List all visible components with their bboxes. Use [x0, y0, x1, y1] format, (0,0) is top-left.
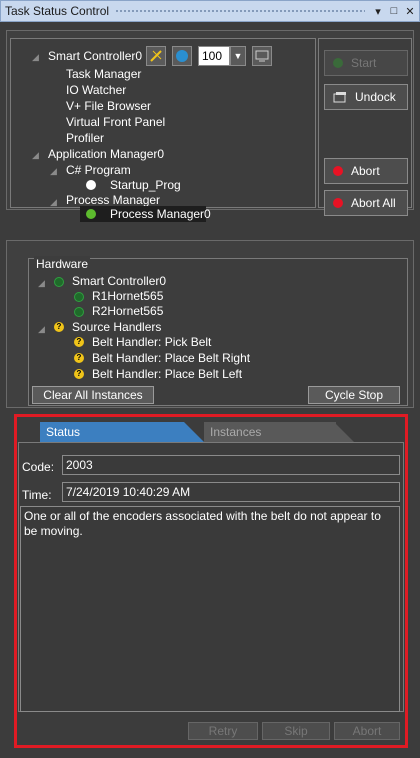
collapse-arrow-icon[interactable]: ◢: [38, 278, 45, 289]
controller-name[interactable]: Smart Controller0: [48, 48, 142, 64]
maximize-icon[interactable]: □: [387, 4, 401, 18]
hw-belt-handler-3[interactable]: Belt Handler: Place Belt Left: [92, 366, 242, 382]
tree-item-front-panel[interactable]: Virtual Front Panel: [66, 114, 165, 130]
abort-bottom-button[interactable]: Abort: [334, 722, 400, 740]
start-button[interactable]: Start: [324, 50, 408, 76]
tab-instances[interactable]: Instances: [204, 422, 336, 442]
dropdown-icon[interactable]: ▾: [371, 4, 385, 18]
titlebar-grip[interactable]: [115, 8, 365, 14]
collapse-arrow-icon[interactable]: ◢: [32, 52, 39, 63]
undock-label: Undock: [355, 90, 396, 104]
status-dot-icon: [74, 307, 84, 317]
tree-item-startup-prog[interactable]: Startup_Prog: [110, 177, 181, 193]
skip-button[interactable]: Skip: [262, 722, 330, 740]
tree-item-io-watcher[interactable]: IO Watcher: [66, 82, 126, 98]
window-title: Task Status Control: [5, 4, 110, 18]
window-titlebar: Task Status Control ▾ □ ✕: [0, 0, 420, 22]
undock-button[interactable]: Undock: [324, 84, 408, 110]
hardware-label: Hardware: [34, 256, 91, 272]
status-dot-icon: [86, 180, 96, 190]
hw-robot-2[interactable]: R2Hornet565: [92, 303, 163, 319]
tree-item-file-browser[interactable]: V+ File Browser: [66, 98, 151, 114]
hw-controller[interactable]: Smart Controller0: [72, 273, 166, 289]
undock-icon: [333, 92, 346, 103]
wand-icon: [150, 50, 162, 62]
collapse-arrow-icon[interactable]: ◢: [50, 166, 57, 177]
abort-all-button[interactable]: Abort All: [324, 190, 408, 216]
tree-item-csharp[interactable]: C# Program: [66, 162, 131, 178]
tree-item-app-manager[interactable]: Application Manager0: [48, 146, 164, 162]
collapse-arrow-icon[interactable]: ◢: [50, 197, 57, 208]
warning-icon: ?: [74, 353, 84, 363]
time-field: 7/24/2019 10:40:29 AM: [62, 482, 400, 502]
connect-icon: [176, 50, 188, 62]
collapse-arrow-icon[interactable]: ◢: [38, 324, 45, 335]
retry-button[interactable]: Retry: [188, 722, 258, 740]
status-message: One or all of the encoders associated wi…: [20, 506, 400, 712]
code-field: 2003: [62, 455, 400, 475]
start-icon: [333, 58, 343, 68]
warning-icon: ?: [54, 322, 64, 332]
abort-all-icon: [333, 198, 343, 208]
warning-icon: ?: [74, 337, 84, 347]
collapse-arrow-icon[interactable]: ◢: [32, 150, 39, 161]
monitor-icon: [255, 50, 269, 62]
speed-dropdown-arrow[interactable]: ▼: [230, 46, 246, 66]
monitor-button[interactable]: [252, 46, 272, 66]
connect-button[interactable]: [172, 46, 192, 66]
tree-item-label: Process Manager0: [110, 207, 211, 221]
hw-belt-handler-1[interactable]: Belt Handler: Pick Belt: [92, 334, 211, 350]
abort-icon: [333, 166, 343, 176]
speed-input[interactable]: 100: [198, 46, 230, 66]
code-label: Code:: [22, 460, 55, 474]
tab-instances-edge: [324, 422, 354, 442]
abort-label: Abort: [351, 164, 380, 178]
tab-status[interactable]: Status: [40, 422, 176, 442]
time-label: Time:: [22, 488, 52, 502]
cycle-stop-button[interactable]: Cycle Stop: [308, 386, 400, 404]
abort-button[interactable]: Abort: [324, 158, 408, 184]
status-dot-icon: [86, 209, 96, 219]
warning-icon: ?: [74, 369, 84, 379]
clear-all-instances-button[interactable]: Clear All Instances: [32, 386, 154, 404]
abort-all-label: Abort All: [351, 196, 396, 210]
close-icon[interactable]: ✕: [403, 4, 417, 18]
wand-button[interactable]: [146, 46, 166, 66]
hw-robot-1[interactable]: R1Hornet565: [92, 288, 163, 304]
hw-belt-handler-2[interactable]: Belt Handler: Place Belt Right: [92, 350, 250, 366]
status-dot-icon: [54, 277, 64, 287]
tree-item-profiler[interactable]: Profiler: [66, 130, 104, 146]
hw-source-handlers[interactable]: Source Handlers: [72, 319, 161, 335]
tree-item-task-manager[interactable]: Task Manager: [66, 66, 141, 82]
status-dot-icon: [74, 292, 84, 302]
tab-status-edge: [176, 422, 204, 442]
tree-item-process-manager0[interactable]: Process Manager0: [80, 206, 211, 222]
start-label: Start: [351, 56, 377, 70]
